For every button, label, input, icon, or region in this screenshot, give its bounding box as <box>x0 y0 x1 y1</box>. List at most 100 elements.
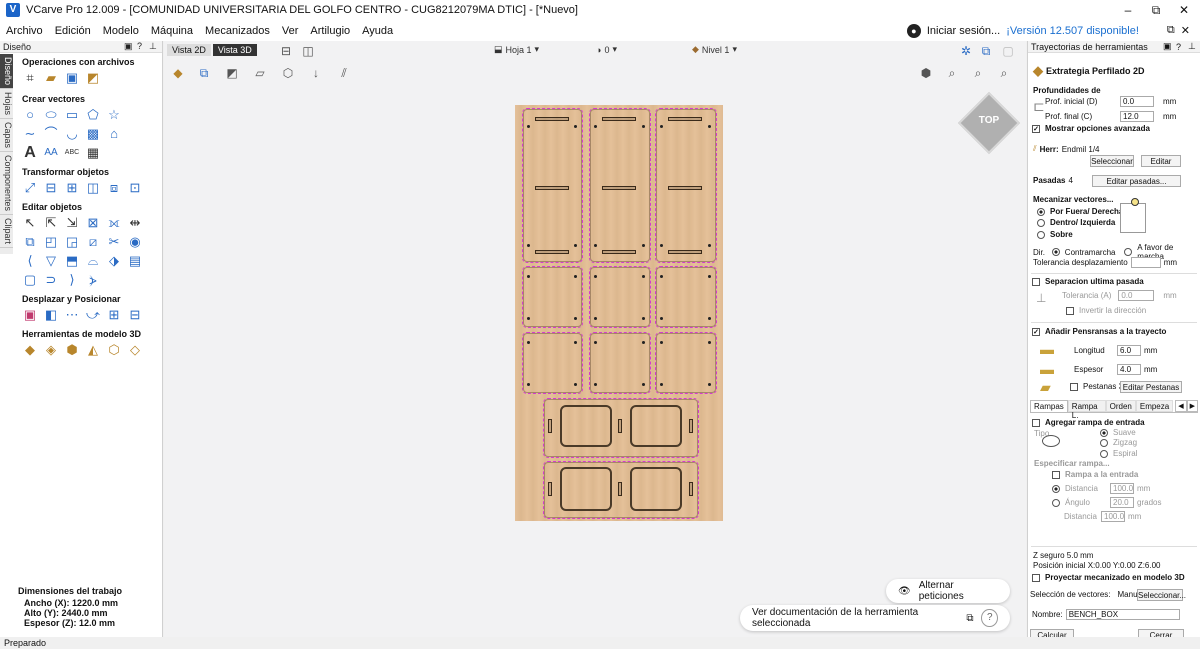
close-window-button[interactable]: ✕ <box>1170 0 1198 20</box>
trim-icon[interactable]: ⧄ <box>85 234 101 250</box>
fillet-icon[interactable]: ▩ <box>85 126 101 142</box>
scale-icon[interactable]: ⊞ <box>64 180 80 196</box>
open-file-icon[interactable]: ▰ <box>43 70 59 86</box>
minimize-button[interactable]: – <box>1114 0 1142 20</box>
scissors-icon[interactable]: ✂ <box>106 234 122 250</box>
ramp-entry-row[interactable]: Rampa a la entrada <box>1052 470 1138 479</box>
project-3d-row[interactable]: Proyectar mecanizado en modelo 3D <box>1032 573 1185 582</box>
signin-link[interactable]: Iniciar sesión... <box>927 25 1000 37</box>
star-icon[interactable]: ☆ <box>106 107 122 123</box>
offset-input[interactable] <box>1130 257 1161 268</box>
climb-radio[interactable] <box>1052 248 1060 256</box>
maximize-button[interactable]: ⧉ <box>1142 0 1170 20</box>
menu-ayuda[interactable]: Ayuda <box>356 25 399 37</box>
menu-ver[interactable]: Ver <box>276 25 305 37</box>
view-material-icon[interactable]: ◩ <box>224 65 240 81</box>
polygon-icon[interactable]: ⬠ <box>85 107 101 123</box>
snap-icon[interactable]: ✲ <box>958 43 974 59</box>
dogbone-icon[interactable]: ⌂ <box>106 126 122 142</box>
align-icon[interactable]: ⊟ <box>43 180 59 196</box>
model-box-icon[interactable]: ⬡ <box>106 342 122 358</box>
set-position-icon[interactable]: ▣ <box>22 307 38 323</box>
menu-archivo[interactable]: Archivo <box>0 25 49 37</box>
menu-maquina[interactable]: Máquina <box>145 25 199 37</box>
restore-doc-button[interactable]: ⧉ <box>1167 24 1175 37</box>
split-vertical-icon[interactable]: ◫ <box>300 43 316 59</box>
show-advanced-row[interactable]: ✓ Mostrar opciones avanzada <box>1032 124 1150 133</box>
ramp-entry-checkbox[interactable] <box>1052 470 1060 479</box>
rounded-rect-icon[interactable]: ▢ <box>22 272 38 288</box>
tab-clipart[interactable]: Clipart <box>0 215 13 249</box>
nest-icon[interactable]: ⬗ <box>106 253 122 269</box>
smooth-radio[interactable] <box>1100 428 1108 437</box>
material-sheet[interactable] <box>515 105 723 521</box>
zigzag-option[interactable]: Zigzag <box>1100 438 1137 447</box>
part-tall-panel[interactable] <box>522 108 583 263</box>
offset-icon[interactable]: ⬒ <box>64 253 80 269</box>
spiral-option[interactable]: Espiral <box>1100 449 1137 458</box>
conventional-radio[interactable] <box>1124 248 1133 256</box>
distort-icon[interactable]: ⧈ <box>106 180 122 196</box>
bitmap-trace-icon[interactable]: ▦ <box>85 145 101 161</box>
on-option[interactable]: Sobre <box>1037 230 1073 239</box>
project-3d-checkbox[interactable] <box>1032 573 1040 582</box>
view-lines-icon[interactable]: ⫽ <box>336 65 352 81</box>
on-radio[interactable] <box>1037 230 1045 239</box>
part-square-panel[interactable] <box>655 266 717 328</box>
menu-artilugio[interactable]: Artilugio <box>304 25 356 37</box>
reverse-checkbox[interactable] <box>1066 306 1074 315</box>
move-icon[interactable]: ⤢ <box>22 180 38 196</box>
view-cube-icon[interactable]: ⬢ <box>918 65 934 81</box>
outside-radio[interactable] <box>1037 207 1045 216</box>
zero-selector[interactable]: ◑ 0 ▾ <box>596 44 617 55</box>
view-plane-icon[interactable]: ▱ <box>252 65 268 81</box>
text-icon[interactable]: A <box>22 145 38 161</box>
tab-rampas[interactable]: Rampas <box>1030 400 1068 412</box>
inside-option[interactable]: Dentro/ Izquierda <box>1037 218 1115 227</box>
last-pass-row[interactable]: Separacion ultima pasada <box>1032 277 1144 286</box>
group-icon[interactable]: ⊠ <box>85 215 101 231</box>
toolpath-name-input[interactable]: BENCH_BOX <box>1065 609 1180 620</box>
edit-tabs-button[interactable]: Editar Pestanas ... <box>1120 381 1182 403</box>
zoom-box-icon[interactable]: ⌕ <box>944 65 960 81</box>
shapes-icon[interactable]: ⧉ <box>978 43 994 59</box>
view-cube-label[interactable]: TOP <box>967 115 1011 126</box>
view-shade-icon[interactable]: ◆ <box>170 65 186 81</box>
ungroup-icon[interactable]: ⟗ <box>106 215 122 231</box>
inside-radio[interactable] <box>1037 218 1045 227</box>
panel-pin-icon[interactable]: ⊥ <box>149 41 157 52</box>
tool-docs-button[interactable]: Ver documentación de la herramienta sele… <box>740 605 1010 631</box>
new-file-icon[interactable]: ⌗ <box>22 70 38 86</box>
zigzag-radio[interactable] <box>1100 438 1108 447</box>
view-vectors-icon[interactable]: ⧉ <box>196 65 212 81</box>
ellipse-icon[interactable]: ⬭ <box>43 107 59 123</box>
array-icon[interactable]: ⊡ <box>127 180 143 196</box>
update-link[interactable]: ¡Versión 12.507 disponible! <box>1006 25 1139 37</box>
edit-tool-button[interactable]: Editar <box>1141 155 1181 167</box>
view-model-icon[interactable]: ⬡ <box>280 65 296 81</box>
close-vectors-icon[interactable]: ◉ <box>127 234 143 250</box>
frame-icon[interactable]: ▢ <box>1000 43 1016 59</box>
join-curve-icon[interactable]: ⟩ <box>64 272 80 288</box>
part-square-panel[interactable] <box>589 266 651 328</box>
node-edit-icon[interactable]: ⇱ <box>43 215 59 231</box>
extend-icon[interactable]: ⦔ <box>85 272 101 288</box>
join-open-icon[interactable]: ⊃ <box>43 272 59 288</box>
zoom-extents-icon[interactable]: ⌕ <box>970 65 986 81</box>
part-wide-panel[interactable] <box>543 398 699 458</box>
menu-modelo[interactable]: Modelo <box>97 25 145 37</box>
distance2-input[interactable]: 100.0 <box>1101 511 1125 522</box>
tabs-scroll-left-icon[interactable]: ◀ <box>1175 400 1187 412</box>
model-cylinder-icon[interactable]: ⬢ <box>64 342 80 358</box>
auto-layout-text-icon[interactable]: AA <box>43 145 59 161</box>
text-on-curve-icon[interactable]: ABC <box>64 145 80 161</box>
panel-pin-icon[interactable]: ⊥ <box>1188 41 1196 52</box>
tab-hojas[interactable]: Hojas <box>0 89 13 120</box>
part-tall-panel[interactable] <box>655 108 717 263</box>
curve-icon[interactable]: ⌒ <box>43 126 59 142</box>
ramp-add-checkbox[interactable] <box>1032 418 1040 427</box>
last-pass-checkbox[interactable] <box>1032 277 1040 286</box>
part-wide-panel[interactable] <box>543 461 699 519</box>
outside-option[interactable]: Por Fuera/ Derecha <box>1037 207 1123 216</box>
tab-rampa-l[interactable]: Rampa L. <box>1067 400 1106 420</box>
